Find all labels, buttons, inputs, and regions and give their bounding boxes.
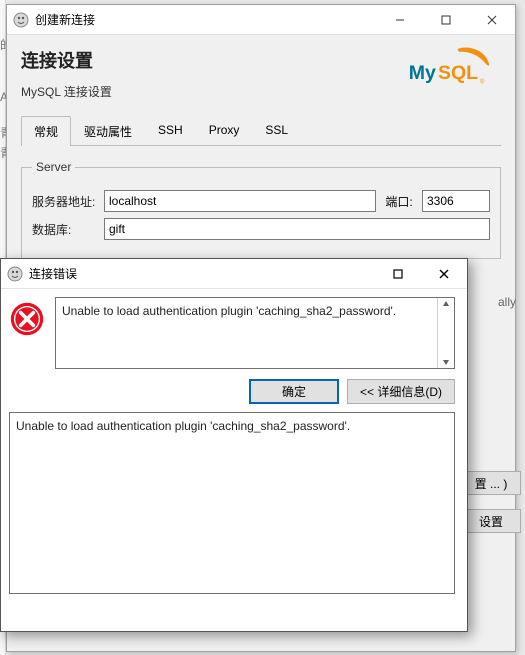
error-details-box[interactable]: Unable to load authentication plugin 'ca… [9,412,455,594]
port-input[interactable] [422,190,490,212]
server-group: Server 服务器地址: 端口: 数据库: [21,160,501,259]
error-close-button[interactable] [421,259,467,288]
mysql-logo: My SQL ® [405,43,495,88]
db-input[interactable] [104,218,490,240]
tab-general[interactable]: 常规 [21,116,71,146]
clipped-text-ally: ally [498,295,516,309]
error-dialog: 连接错误 Unable to load authentication plugi… [0,258,468,632]
svg-text:®: ® [480,79,485,86]
details-button[interactable]: << 详细信息(D) [347,379,455,404]
scroll-up-icon[interactable] [442,300,450,308]
clipped-button-1[interactable]: 置 ... ) [461,471,521,495]
titlebar: 创建新连接 [7,5,515,35]
scrollbar[interactable] [437,298,454,368]
app-icon [7,266,23,282]
window-title: 创建新连接 [35,11,377,28]
svg-text:SQL: SQL [438,62,478,84]
ok-button[interactable]: 确定 [249,379,339,404]
error-maximize-button[interactable] [375,259,421,288]
error-message: Unable to load authentication plugin 'ca… [62,304,396,318]
error-message-box: Unable to load authentication plugin 'ca… [55,297,455,369]
host-label: 服务器地址: [32,193,98,210]
error-titlebar: 连接错误 [1,259,467,289]
tab-ssl[interactable]: SSL [252,116,301,146]
db-label: 数据库: [32,221,98,238]
scroll-down-icon[interactable] [442,358,450,366]
server-legend: Server [32,160,75,174]
tab-driver[interactable]: 驱动属性 [71,116,145,146]
port-label: 端口: [382,193,416,210]
tab-ssh[interactable]: SSH [145,116,196,146]
minimize-button[interactable] [377,5,423,34]
svg-text:My: My [409,62,436,84]
tab-proxy[interactable]: Proxy [196,116,253,146]
error-title: 连接错误 [29,265,375,282]
app-icon [13,12,29,28]
host-input[interactable] [104,190,376,212]
close-button[interactable] [469,5,515,34]
tabs: 常规 驱动属性 SSH Proxy SSL [21,116,501,146]
maximize-button[interactable] [423,5,469,34]
error-icon [9,301,45,340]
error-details-text: Unable to load authentication plugin 'ca… [16,419,350,433]
clipped-button-2[interactable]: 设置 [461,509,521,533]
